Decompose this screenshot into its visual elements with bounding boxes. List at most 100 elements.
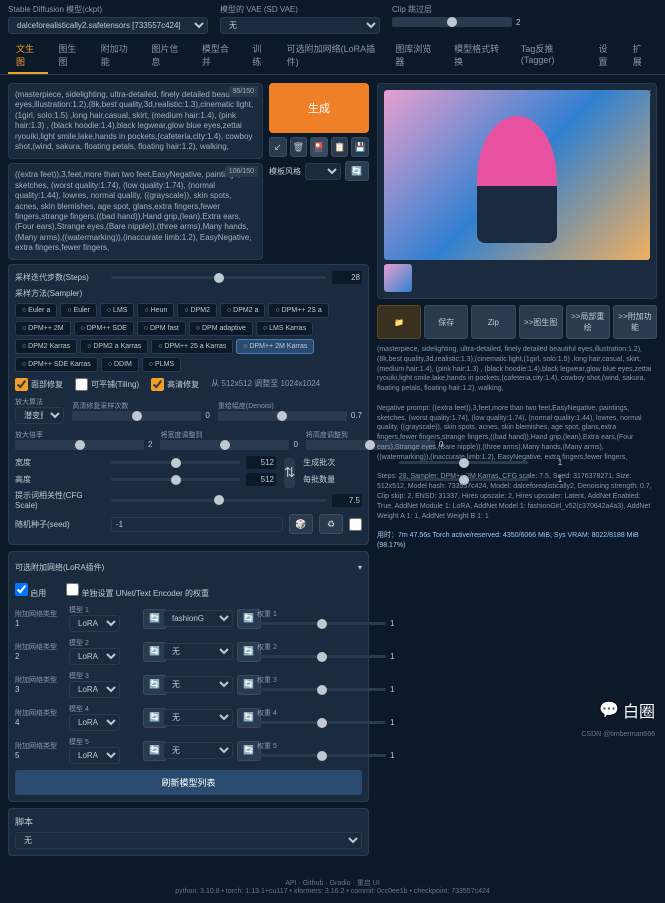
to-img2img-button[interactable]: >>图生图 xyxy=(519,305,563,339)
lora-row: 附加网络类型3模型 3LoRA🔄无🔄权重 31 xyxy=(15,671,362,698)
refresh-style-icon[interactable]: 🔄 xyxy=(345,161,369,181)
sampler-option[interactable]: ○ DPM++ SDE Karras xyxy=(15,357,98,372)
tab-11[interactable]: 扩展 xyxy=(625,38,657,74)
sampler-option[interactable]: ○ LMS Karras xyxy=(256,321,313,336)
chevron-down-icon[interactable]: ▾ xyxy=(358,563,362,572)
folder-button[interactable]: 📁 xyxy=(377,305,421,339)
pos-counter: 95/150 xyxy=(229,86,258,97)
lora-weight-slider[interactable] xyxy=(257,655,386,658)
seed-extra-check[interactable] xyxy=(349,518,362,531)
lora-type-select[interactable]: LoRA xyxy=(69,648,120,665)
zip-button[interactable]: Zip xyxy=(471,305,515,339)
steps-slider[interactable] xyxy=(111,276,326,279)
sampler-option[interactable]: ○ Heun xyxy=(137,303,174,318)
save-style-icon[interactable]: 💾 xyxy=(351,137,369,157)
height-slider[interactable] xyxy=(111,478,240,481)
hr-steps-slider[interactable] xyxy=(72,411,201,421)
cfg-slider[interactable] xyxy=(111,499,326,502)
sampler-option[interactable]: ○ DPM++ 2S a xyxy=(268,303,328,318)
sampler-option[interactable]: ○ DPM2 a xyxy=(220,303,265,318)
generate-button[interactable]: 生成 xyxy=(269,83,369,133)
lora-row: 附加网络类型4模型 4LoRA🔄无🔄权重 41 xyxy=(15,704,362,731)
dice-icon[interactable]: 🎲 xyxy=(289,514,313,534)
lora-weight-slider[interactable] xyxy=(257,622,386,625)
lora-model-select[interactable]: 无 xyxy=(163,676,233,693)
vae-select[interactable]: 无 xyxy=(220,17,380,34)
sampler-option[interactable]: ○ DPM2 a Karras xyxy=(80,339,148,354)
tab-9[interactable]: Tag反推(Tagger) xyxy=(513,38,589,74)
sampler-option[interactable]: ○ LMS xyxy=(100,303,135,318)
sampler-option[interactable]: ○ DPM2 Karras xyxy=(15,339,77,354)
clip-value: 2 xyxy=(516,18,520,27)
sampler-option[interactable]: ○ DPM adaptive xyxy=(189,321,253,336)
save-button[interactable]: 保存 xyxy=(424,305,468,339)
lora-model-select[interactable]: 无 xyxy=(163,643,233,660)
sampler-option[interactable]: ○ DPM fast xyxy=(137,321,186,336)
arrow-icon[interactable]: ↙ xyxy=(269,137,287,157)
script-select[interactable]: 无 xyxy=(15,832,362,849)
thumbnail[interactable] xyxy=(384,264,412,292)
watermark: 💬 白圈 xyxy=(599,698,655,722)
trash-icon[interactable]: 🗑 xyxy=(290,137,308,157)
lora-model-select[interactable]: 无 xyxy=(163,709,233,726)
ckpt-label: Stable Diffusion 模型(ckpt) xyxy=(8,4,208,15)
sampler-option[interactable]: ○ Euler xyxy=(60,303,97,318)
tab-2[interactable]: 附加功能 xyxy=(93,38,142,74)
sampler-option[interactable]: ○ DDIM xyxy=(101,357,139,372)
sampler-option[interactable]: ○ DPM++ 2M Karras xyxy=(236,339,314,354)
prompt-negative[interactable]: 106/150 ((extra feet)),3,feet,more than … xyxy=(8,163,263,260)
upscaler-select[interactable]: 潜变量 xyxy=(15,407,64,424)
lora-model-select[interactable]: fashionG xyxy=(163,610,233,627)
lora-enable-check[interactable]: 启用 xyxy=(15,583,46,599)
lora-type-select[interactable]: LoRA xyxy=(69,681,120,698)
tab-10[interactable]: 设置 xyxy=(590,38,622,74)
hr-scale-slider[interactable] xyxy=(15,440,144,450)
neg-counter: 106/150 xyxy=(225,166,258,177)
lora-type-select[interactable]: LoRA xyxy=(69,615,120,632)
sampler-option[interactable]: ○ DPM2 xyxy=(177,303,217,318)
sampler-option[interactable]: ○ DPM++ 2M xyxy=(15,321,71,336)
lora-unet-check[interactable]: 单独设置 UNet/Text Encoder 的权重 xyxy=(66,583,209,599)
lora-type-select[interactable]: LoRA xyxy=(69,714,120,731)
tab-6[interactable]: 可选附加网络(LoRA插件) xyxy=(279,38,386,74)
sampler-option[interactable]: ○ Euler a xyxy=(15,303,57,318)
ckpt-select[interactable]: dalceforealistically2.safetensors [73355… xyxy=(8,17,208,34)
to-extras-button[interactable]: >>附加功能 xyxy=(613,305,657,339)
prompt-positive[interactable]: 95/150 (masterpiece, sidelighting, ultra… xyxy=(8,83,263,159)
denoise-slider[interactable] xyxy=(218,411,347,421)
output-image[interactable] xyxy=(384,90,650,260)
refresh-models-button[interactable]: 刷新模型列表 xyxy=(15,770,362,795)
to-inpaint-button[interactable]: >>局部重绘 xyxy=(566,305,610,339)
tab-1[interactable]: 图生图 xyxy=(50,38,90,74)
sampler-option[interactable]: ○ DPM++ 25 a Karras xyxy=(151,339,233,354)
styles-icon[interactable]: 🎴 xyxy=(310,137,328,157)
tiling-check[interactable]: 可平铺(Tiling) xyxy=(75,378,139,391)
recycle-icon[interactable]: ♻ xyxy=(319,514,343,534)
clip-slider[interactable] xyxy=(392,17,512,27)
tab-7[interactable]: 图库浏览器 xyxy=(387,38,444,74)
lora-weight-slider[interactable] xyxy=(257,754,386,757)
face-check[interactable]: 面部修复 xyxy=(15,378,63,391)
tab-0[interactable]: 文生图 xyxy=(8,38,48,74)
seed-input[interactable] xyxy=(111,517,283,532)
hr-w-slider[interactable] xyxy=(160,440,289,450)
tab-5[interactable]: 训练 xyxy=(244,38,276,74)
lora-type-select[interactable]: LoRA xyxy=(69,747,120,764)
vae-label: 模型的 VAE (SD VAE) xyxy=(220,4,380,15)
lora-weight-slider[interactable] xyxy=(257,688,386,691)
tab-8[interactable]: 模型格式转换 xyxy=(446,38,511,74)
tab-3[interactable]: 图片信息 xyxy=(143,38,192,74)
sampler-option[interactable]: ○ PLMS xyxy=(142,357,181,372)
tab-4[interactable]: 模型合并 xyxy=(194,38,243,74)
clipboard-icon[interactable]: 📋 xyxy=(331,137,349,157)
width-slider[interactable] xyxy=(111,461,240,464)
hires-check[interactable]: 高清修复 xyxy=(151,378,199,391)
clip-label: Clip 跳过层 xyxy=(392,4,520,15)
swap-dims-button[interactable]: ⇅ xyxy=(284,458,295,488)
style-select[interactable] xyxy=(305,163,341,180)
sampler-option[interactable]: ○ DPM++ SDE xyxy=(74,321,134,336)
lora-row: 附加网络类型1模型 1LoRA🔄fashionG🔄权重 11 xyxy=(15,605,362,632)
script-label: 脚本 xyxy=(15,815,362,828)
lora-weight-slider[interactable] xyxy=(257,721,386,724)
lora-model-select[interactable]: 无 xyxy=(163,742,233,759)
